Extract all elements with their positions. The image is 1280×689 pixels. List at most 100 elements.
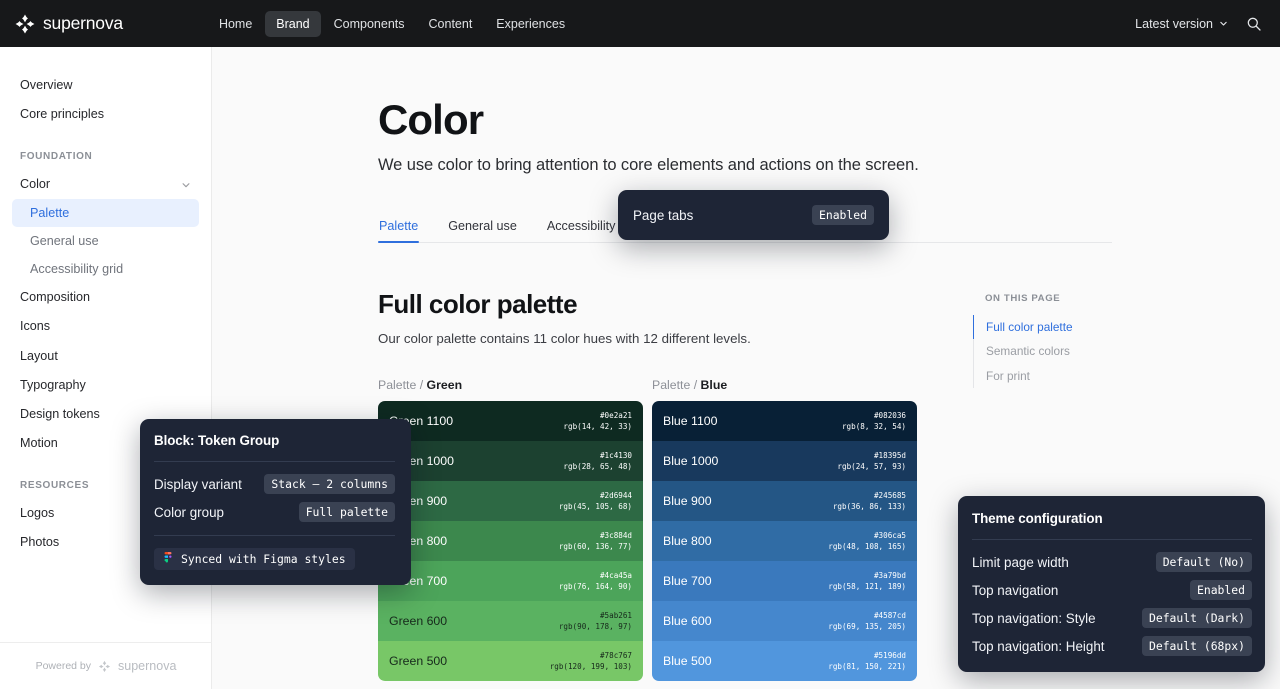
swatch-name: Green 500 [389,654,447,668]
sidebar-item-layout[interactable]: Layout [12,342,199,371]
sidebar-item-label: Overview [20,78,72,93]
topnav-link-home[interactable]: Home [208,11,263,37]
palette-group-label: Palette / Blue [652,378,917,392]
color-swatch[interactable]: Blue 800 #306ca5rgb(48, 108, 165) [652,521,917,561]
callout-row-limit-page-width: Limit page width Default (No) [972,552,1252,572]
swatch-rgb: rgb(8, 32, 54) [842,421,906,432]
tab-palette[interactable]: Palette [378,213,419,242]
tab-general-use[interactable]: General use [447,213,518,242]
color-swatch[interactable]: Blue 600#4587cdrgb(69, 135, 205) [652,601,917,641]
callout-page-tabs-value: Enabled [812,205,874,225]
swatch-hex: #1c4130 [563,450,632,461]
on-this-page-item-full-color-palette[interactable]: Full color palette [973,315,1153,339]
swatch-rgb: rgb(48, 108, 165) [828,541,906,552]
sidebar-item-overview[interactable]: Overview [12,71,199,100]
topnav-link-components[interactable]: Components [323,11,416,37]
palette-group-label: Palette / Green [378,378,643,392]
swatch-rgb: rgb(58, 121, 189) [828,581,906,592]
sidebar-group-foundation-label: FOUNDATION [12,143,199,170]
sidebar-item-color[interactable]: Color [12,170,199,199]
callout-theme-title: Theme configuration [972,511,1252,526]
sidebar-item-palette[interactable]: Palette [12,199,199,227]
swatch-hex: #3a79bd [828,570,906,581]
divider [972,539,1252,540]
sidebar-item-icons[interactable]: Icons [12,312,199,341]
callout-value: Enabled [1190,580,1252,600]
on-this-page-item-for-print[interactable]: For print [973,364,1153,388]
top-nav-links: Home Brand Components Content Experience… [208,11,576,37]
sidebar: Overview Core principles FOUNDATION Colo… [0,47,212,689]
powered-by-label: Powered by [36,660,91,672]
divider [154,535,395,536]
sidebar-item-typography[interactable]: Typography [12,371,199,400]
swatch-rgb: rgb(14, 42, 33) [563,421,632,432]
figma-sync-label: Synced with Figma styles [181,552,346,566]
color-swatch[interactable]: Green 700#4ca45argb(76, 164, 90) [378,561,643,601]
sidebar-item-label: Color [20,177,50,192]
swatch-name: Blue 800 [663,534,712,548]
color-swatch[interactable]: Blue 900#245685rgb(36, 86, 133) [652,481,917,521]
swatch-stack: Green 1100#0e2a21rgb(14, 42, 33)Green 10… [378,401,643,681]
swatch-codes: #78c767rgb(120, 199, 103) [550,650,632,672]
topnav-link-content[interactable]: Content [418,11,484,37]
swatch-rgb: rgb(60, 136, 77) [559,541,632,552]
callout-value: Stack — 2 columns [264,474,395,494]
color-swatch[interactable]: Blue 700 #3a79bdrgb(58, 121, 189) [652,561,917,601]
palette-column-blue: Palette / Blue Blue 1100#082036rgb(8, 32,… [652,378,917,681]
swatch-name: Blue 700 [663,574,712,588]
palette-group-name: Blue [701,378,728,392]
color-swatch[interactable]: Green 1000#1c4130rgb(28, 65, 48) [378,441,643,481]
on-this-page-item-semantic-colors[interactable]: Semantic colors [973,339,1153,363]
callout-row-top-navigation: Top navigation Enabled [972,580,1252,600]
callout-value: Full palette [299,502,395,522]
swatch-codes: #1c4130rgb(28, 65, 48) [563,450,632,472]
swatch-codes: #082036rgb(8, 32, 54) [842,410,906,432]
swatch-codes: #306ca5rgb(48, 108, 165) [828,530,906,552]
callout-page-tabs-label: Page tabs [633,208,693,223]
sidebar-item-composition[interactable]: Composition [12,283,199,312]
chevron-down-icon [1219,19,1228,28]
topnav-link-experiences[interactable]: Experiences [485,11,576,37]
swatch-hex: #3c884d [559,530,632,541]
color-swatch[interactable]: Green 900#2d6944rgb(45, 105, 68) [378,481,643,521]
color-swatch[interactable]: Green 500 #78c767rgb(120, 199, 103) [378,641,643,681]
palette-group-name: Green [427,378,463,392]
sidebar-item-general-use[interactable]: General use [12,227,199,255]
swatch-hex: #0e2a21 [563,410,632,421]
search-button[interactable] [1246,16,1262,32]
swatch-hex: #5196dd [828,650,906,661]
callout-key: Limit page width [972,555,1069,570]
brand-logo-link[interactable]: supernova [14,13,123,35]
divider [154,461,395,462]
callout-row-color-group: Color group Full palette [154,502,395,522]
sidebar-item-label: Logos [20,506,54,521]
figma-sync-badge: Synced with Figma styles [154,548,355,570]
palette-column-green: Palette / Green Green 1100#0e2a21rgb(14, … [378,378,643,681]
callout-value: Default (68px) [1142,636,1252,656]
swatch-hex: #4ca45a [559,570,632,581]
color-swatch[interactable]: Blue 500#5196ddrgb(81, 150, 221) [652,641,917,681]
sidebar-item-core-principles[interactable]: Core principles [12,100,199,129]
sidebar-item-label: Motion [20,436,58,451]
callout-value: Default (Dark) [1142,608,1252,628]
supernova-logo-icon [14,13,36,35]
sidebar-item-label: Typography [20,378,86,393]
callout-value: Default (No) [1156,552,1252,572]
color-swatch[interactable]: Green 800#3c884drgb(60, 136, 77) [378,521,643,561]
color-swatch[interactable]: Green 600#5ab261rgb(90, 178, 97) [378,601,643,641]
callout-key: Top navigation [972,583,1058,598]
callout-token-group: Block: Token Group Display variant Stack… [140,419,411,585]
swatch-hex: #78c767 [550,650,632,661]
sidebar-item-label: Icons [20,319,50,334]
callout-key: Display variant [154,477,242,492]
color-swatch[interactable]: Blue 1000#18395drgb(24, 57, 93) [652,441,917,481]
chevron-down-icon [181,180,191,190]
version-selector[interactable]: Latest version [1135,17,1228,31]
sidebar-item-accessibility-grid[interactable]: Accessibility grid [12,255,199,283]
color-swatch[interactable]: Blue 1100#082036rgb(8, 32, 54) [652,401,917,441]
color-swatch[interactable]: Green 1100#0e2a21rgb(14, 42, 33) [378,401,643,441]
swatch-hex: #5ab261 [559,610,632,621]
swatch-hex: #4587cd [828,610,906,621]
topnav-link-brand[interactable]: Brand [265,11,320,37]
swatch-codes: #4ca45argb(76, 164, 90) [559,570,632,592]
